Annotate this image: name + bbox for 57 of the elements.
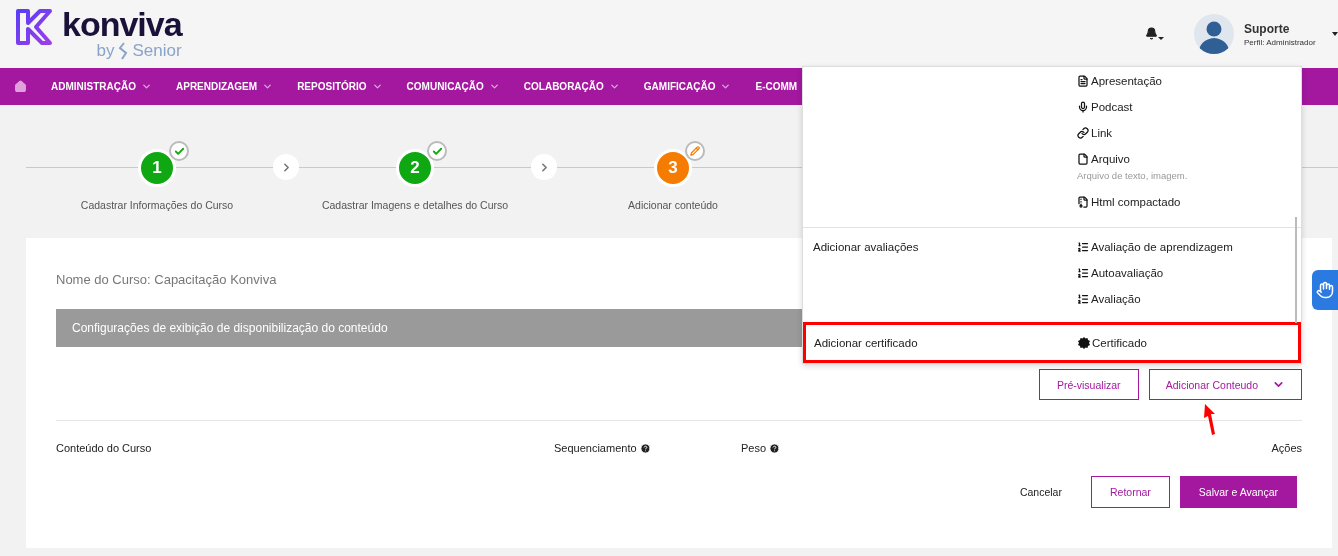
back-button[interactable]: Retornar (1090, 476, 1170, 508)
list-icon (1077, 241, 1089, 253)
avatar[interactable] (1194, 14, 1234, 54)
user-profile: Perfil: Administrador (1244, 37, 1317, 47)
menu-item[interactable]: Avaliação (1077, 290, 1141, 308)
bell-icon[interactable] (1145, 27, 1158, 40)
nav-menu-item[interactable]: COLABORAÇÃO (523, 81, 620, 92)
nav-menu-item[interactable]: APRENDIZAGEM (176, 81, 274, 92)
list-icon (1077, 267, 1089, 279)
step-label: Adicionar conteúdo (628, 199, 718, 211)
save-button[interactable]: Salvar e Avançar (1179, 476, 1297, 508)
brand-name: konviva (62, 7, 182, 41)
nav-menu-item[interactable]: GAMIFICAÇÃO (643, 81, 732, 92)
step-label: Cadastrar Imagens e detalhes do Curso (321, 199, 509, 211)
help-icon[interactable] (769, 442, 781, 454)
column-header: Conteúdo do Curso (56, 442, 152, 454)
hand-icon (1316, 281, 1334, 299)
step-number: 3 (654, 149, 692, 187)
menu-item[interactable]: Apresentação (1077, 72, 1162, 90)
nav-menu-item[interactable]: E-COMM (755, 81, 798, 92)
home-icon[interactable] (14, 80, 27, 93)
nav-menu-item[interactable]: ADMINISTRAÇÃO (51, 81, 152, 92)
brand-byline: by (96, 41, 115, 61)
list-icon (1077, 293, 1089, 305)
menu-item[interactable]: Avaliação de aprendizagem (1077, 238, 1233, 256)
file-icon (1077, 153, 1089, 165)
preview-button[interactable]: Pré-visualizar (1038, 369, 1139, 400)
s-logo-icon (118, 42, 129, 60)
microphone-icon (1077, 101, 1089, 113)
accessibility-button[interactable] (1312, 270, 1338, 310)
seal-icon (1078, 337, 1090, 349)
column-header: Peso (741, 442, 781, 454)
column-header: Sequenciamento (554, 442, 651, 454)
pencil-icon (690, 146, 700, 156)
step-label: Cadastrar Informações do Curso (80, 199, 234, 211)
menu-item[interactable]: Podcast (1077, 98, 1133, 116)
section-label: Adicionar avaliações (813, 240, 919, 255)
add-content-button[interactable]: Adicionar Conteudo (1148, 369, 1302, 400)
link-icon (1077, 127, 1089, 139)
menu-item[interactable]: Arquivo (1077, 150, 1130, 168)
archive-icon (1077, 196, 1089, 208)
user-name: Suporte (1244, 21, 1291, 36)
column-header: Ações (1271, 442, 1302, 454)
document-icon (1077, 75, 1089, 87)
nav-menu-item[interactable]: COMUNICAÇÃO (406, 81, 500, 92)
step-number: 2 (396, 149, 434, 187)
menu-item[interactable]: Html compactado (1077, 193, 1181, 211)
caret-icon[interactable] (1332, 31, 1338, 37)
brand-partner: Senior (132, 41, 182, 61)
menu-item[interactable]: Autoavaliação (1077, 264, 1164, 282)
menu-item[interactable]: Link (1077, 124, 1113, 142)
course-title: Nome do Curso: Capacitação Konviva (56, 272, 277, 287)
nav-menu-item[interactable]: REPOSITÓRIO (297, 81, 383, 92)
item-hint: Arquivo de texto, imagem. (1077, 170, 1188, 181)
step-number: 1 (138, 149, 176, 187)
logo-icon (14, 7, 54, 47)
help-icon[interactable] (639, 442, 651, 454)
